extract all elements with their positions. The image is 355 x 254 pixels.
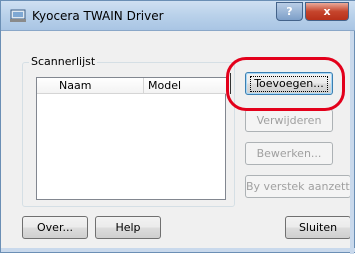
about-button[interactable]: Over... — [22, 216, 88, 239]
window-border-bottom — [1, 248, 355, 252]
remove-scanner-button[interactable]: Verwijderen — [245, 109, 333, 132]
scanner-list-view[interactable]: Naam Model — [36, 77, 227, 200]
scanner-app-icon — [10, 9, 26, 22]
close-button[interactable]: Sluiten — [285, 216, 351, 239]
close-title-button[interactable]: x — [305, 2, 349, 21]
help-title-button[interactable]: ? — [276, 2, 303, 21]
scanner-list-label: Scannerlijst — [29, 55, 98, 68]
set-default-button[interactable]: By verstek aanzetten — [245, 175, 351, 198]
column-header-name[interactable]: Naam — [37, 78, 144, 94]
window-border-right — [350, 31, 354, 254]
title-bar[interactable]: Kyocera TWAIN Driver ? x — [1, 1, 355, 31]
column-header-model[interactable]: Model — [144, 78, 227, 94]
window-title: Kyocera TWAIN Driver — [32, 9, 164, 23]
help-button[interactable]: Help — [95, 216, 161, 239]
dialog-window: Kyocera TWAIN Driver ? x Scannerlijst Na… — [0, 0, 355, 254]
edit-scanner-button[interactable]: Bewerken... — [245, 142, 333, 165]
highlight-circle — [226, 57, 345, 111]
